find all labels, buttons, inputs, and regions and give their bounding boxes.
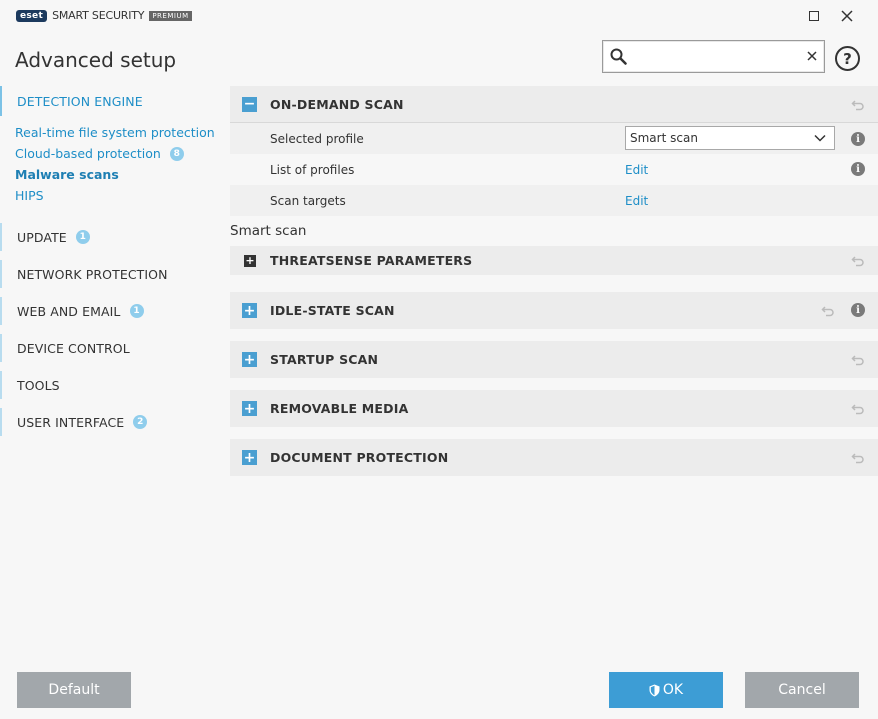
edit-profiles-link[interactable]: Edit — [625, 163, 648, 177]
notification-badge: 1 — [75, 230, 90, 244]
nav-detection-engine[interactable]: DETECTION ENGINE — [0, 86, 220, 116]
nav-label: HIPS — [15, 188, 44, 203]
section-title: THREATSENSE PARAMETERS — [270, 253, 473, 268]
nav-web-and-email[interactable]: WEB AND EMAIL 1 — [0, 297, 220, 325]
setting-scan-targets: Scan targets Edit — [230, 185, 878, 216]
setting-list-of-profiles: List of profiles Edit i — [230, 154, 878, 185]
maximize-icon — [809, 11, 819, 21]
nav-malware-scans[interactable]: Malware scans — [0, 164, 220, 185]
notification-badge: 8 — [169, 146, 184, 161]
chevron-down-icon — [814, 134, 826, 142]
nav-label: WEB AND EMAIL — [17, 303, 121, 319]
nav-label: NETWORK PROTECTION — [17, 266, 168, 282]
button-label: OK — [662, 682, 684, 698]
ok-button[interactable]: OK — [609, 672, 723, 708]
setting-selected-profile: Selected profile Smart scan i — [230, 123, 878, 154]
info-icon[interactable]: i — [851, 132, 865, 146]
revert-icon[interactable] — [851, 353, 865, 367]
eset-logo: eset SMART SECURITY PREMIUM — [16, 9, 192, 22]
help-button[interactable]: ? — [835, 46, 860, 71]
nav-label: DEVICE CONTROL — [17, 340, 130, 356]
expand-icon[interactable]: + — [242, 450, 257, 465]
search-icon — [610, 48, 627, 65]
search-clear-button[interactable] — [802, 46, 822, 66]
close-icon — [841, 10, 853, 22]
section-removable-media[interactable]: + REMOVABLE MEDIA — [230, 390, 878, 427]
nav-label: USER INTERFACE — [17, 414, 125, 430]
settings-panel: − ON-DEMAND SCAN Selected profile Smart … — [230, 86, 878, 476]
expand-icon[interactable]: + — [242, 352, 257, 367]
section-document-protection[interactable]: + DOCUMENT PROTECTION — [230, 439, 878, 476]
setting-label: List of profiles — [270, 162, 355, 177]
button-label: Default — [48, 682, 100, 698]
title-bar: eset SMART SECURITY PREMIUM — [0, 0, 878, 32]
maximize-button[interactable] — [801, 4, 827, 28]
nav-cloud-protection[interactable]: Cloud-based protection 8 — [0, 143, 220, 164]
expand-icon[interactable]: + — [242, 303, 257, 318]
product-tier: PREMIUM — [149, 10, 192, 21]
nav-label: TOOLS — [17, 377, 60, 393]
section-title: REMOVABLE MEDIA — [270, 401, 409, 416]
setting-label: Scan targets — [270, 193, 346, 208]
notification-badge: 2 — [133, 415, 148, 429]
section-startup-scan[interactable]: + STARTUP SCAN — [230, 341, 878, 378]
info-icon[interactable]: i — [851, 162, 865, 176]
section-on-demand-scan[interactable]: − ON-DEMAND SCAN — [230, 86, 878, 123]
nav-label: Cloud-based protection — [15, 146, 161, 161]
cancel-button[interactable]: Cancel — [745, 672, 859, 708]
nav-update[interactable]: UPDATE 1 — [0, 223, 220, 251]
nav-user-interface[interactable]: USER INTERFACE 2 — [0, 408, 220, 436]
nav-device-control[interactable]: DEVICE CONTROL — [0, 334, 220, 362]
search-box[interactable] — [602, 40, 825, 73]
close-button[interactable] — [834, 4, 860, 28]
section-title: STARTUP SCAN — [270, 352, 379, 367]
revert-icon[interactable] — [851, 98, 865, 112]
default-button[interactable]: Default — [17, 672, 131, 708]
clear-icon — [807, 51, 817, 61]
expand-icon[interactable]: + — [244, 254, 256, 267]
section-title: IDLE-STATE SCAN — [270, 303, 395, 318]
product-name: SMART SECURITY — [52, 9, 145, 22]
section-title: DOCUMENT PROTECTION — [270, 450, 449, 465]
nav-label: Real-time file system protection — [15, 125, 215, 140]
collapse-icon[interactable]: − — [242, 96, 257, 112]
help-icon: ? — [843, 49, 852, 68]
nav-label: UPDATE — [17, 229, 67, 245]
setting-label: Selected profile — [270, 131, 364, 146]
nav-tools[interactable]: TOOLS — [0, 371, 220, 399]
nav-network-protection[interactable]: NETWORK PROTECTION — [0, 260, 220, 288]
section-threatsense[interactable]: + THREATSENSE PARAMETERS — [230, 246, 878, 275]
expand-icon[interactable]: + — [242, 401, 257, 416]
section-idle-state-scan[interactable]: + IDLE-STATE SCAN i — [230, 292, 878, 329]
info-icon[interactable]: i — [851, 303, 865, 317]
edit-targets-link[interactable]: Edit — [625, 194, 648, 208]
profile-select[interactable]: Smart scan — [625, 126, 835, 150]
nav-label: Malware scans — [15, 167, 119, 182]
select-value: Smart scan — [630, 131, 698, 145]
profile-caption: Smart scan — [230, 223, 307, 239]
page-title: Advanced setup — [15, 48, 177, 72]
notification-badge: 1 — [129, 304, 144, 318]
revert-icon[interactable] — [851, 254, 865, 268]
revert-icon[interactable] — [821, 304, 835, 318]
search-input[interactable] — [633, 46, 801, 67]
logo-badge: eset — [16, 9, 48, 22]
sidebar: DETECTION ENGINE Real-time file system p… — [0, 86, 220, 436]
section-title: ON-DEMAND SCAN — [270, 96, 404, 112]
revert-icon[interactable] — [851, 402, 865, 416]
nav-hips[interactable]: HIPS — [0, 185, 220, 206]
revert-icon[interactable] — [851, 451, 865, 465]
shield-icon — [649, 684, 660, 696]
nav-realtime-protection[interactable]: Real-time file system protection — [0, 122, 220, 143]
nav-label: DETECTION ENGINE — [17, 93, 143, 109]
button-label: Cancel — [778, 682, 826, 698]
